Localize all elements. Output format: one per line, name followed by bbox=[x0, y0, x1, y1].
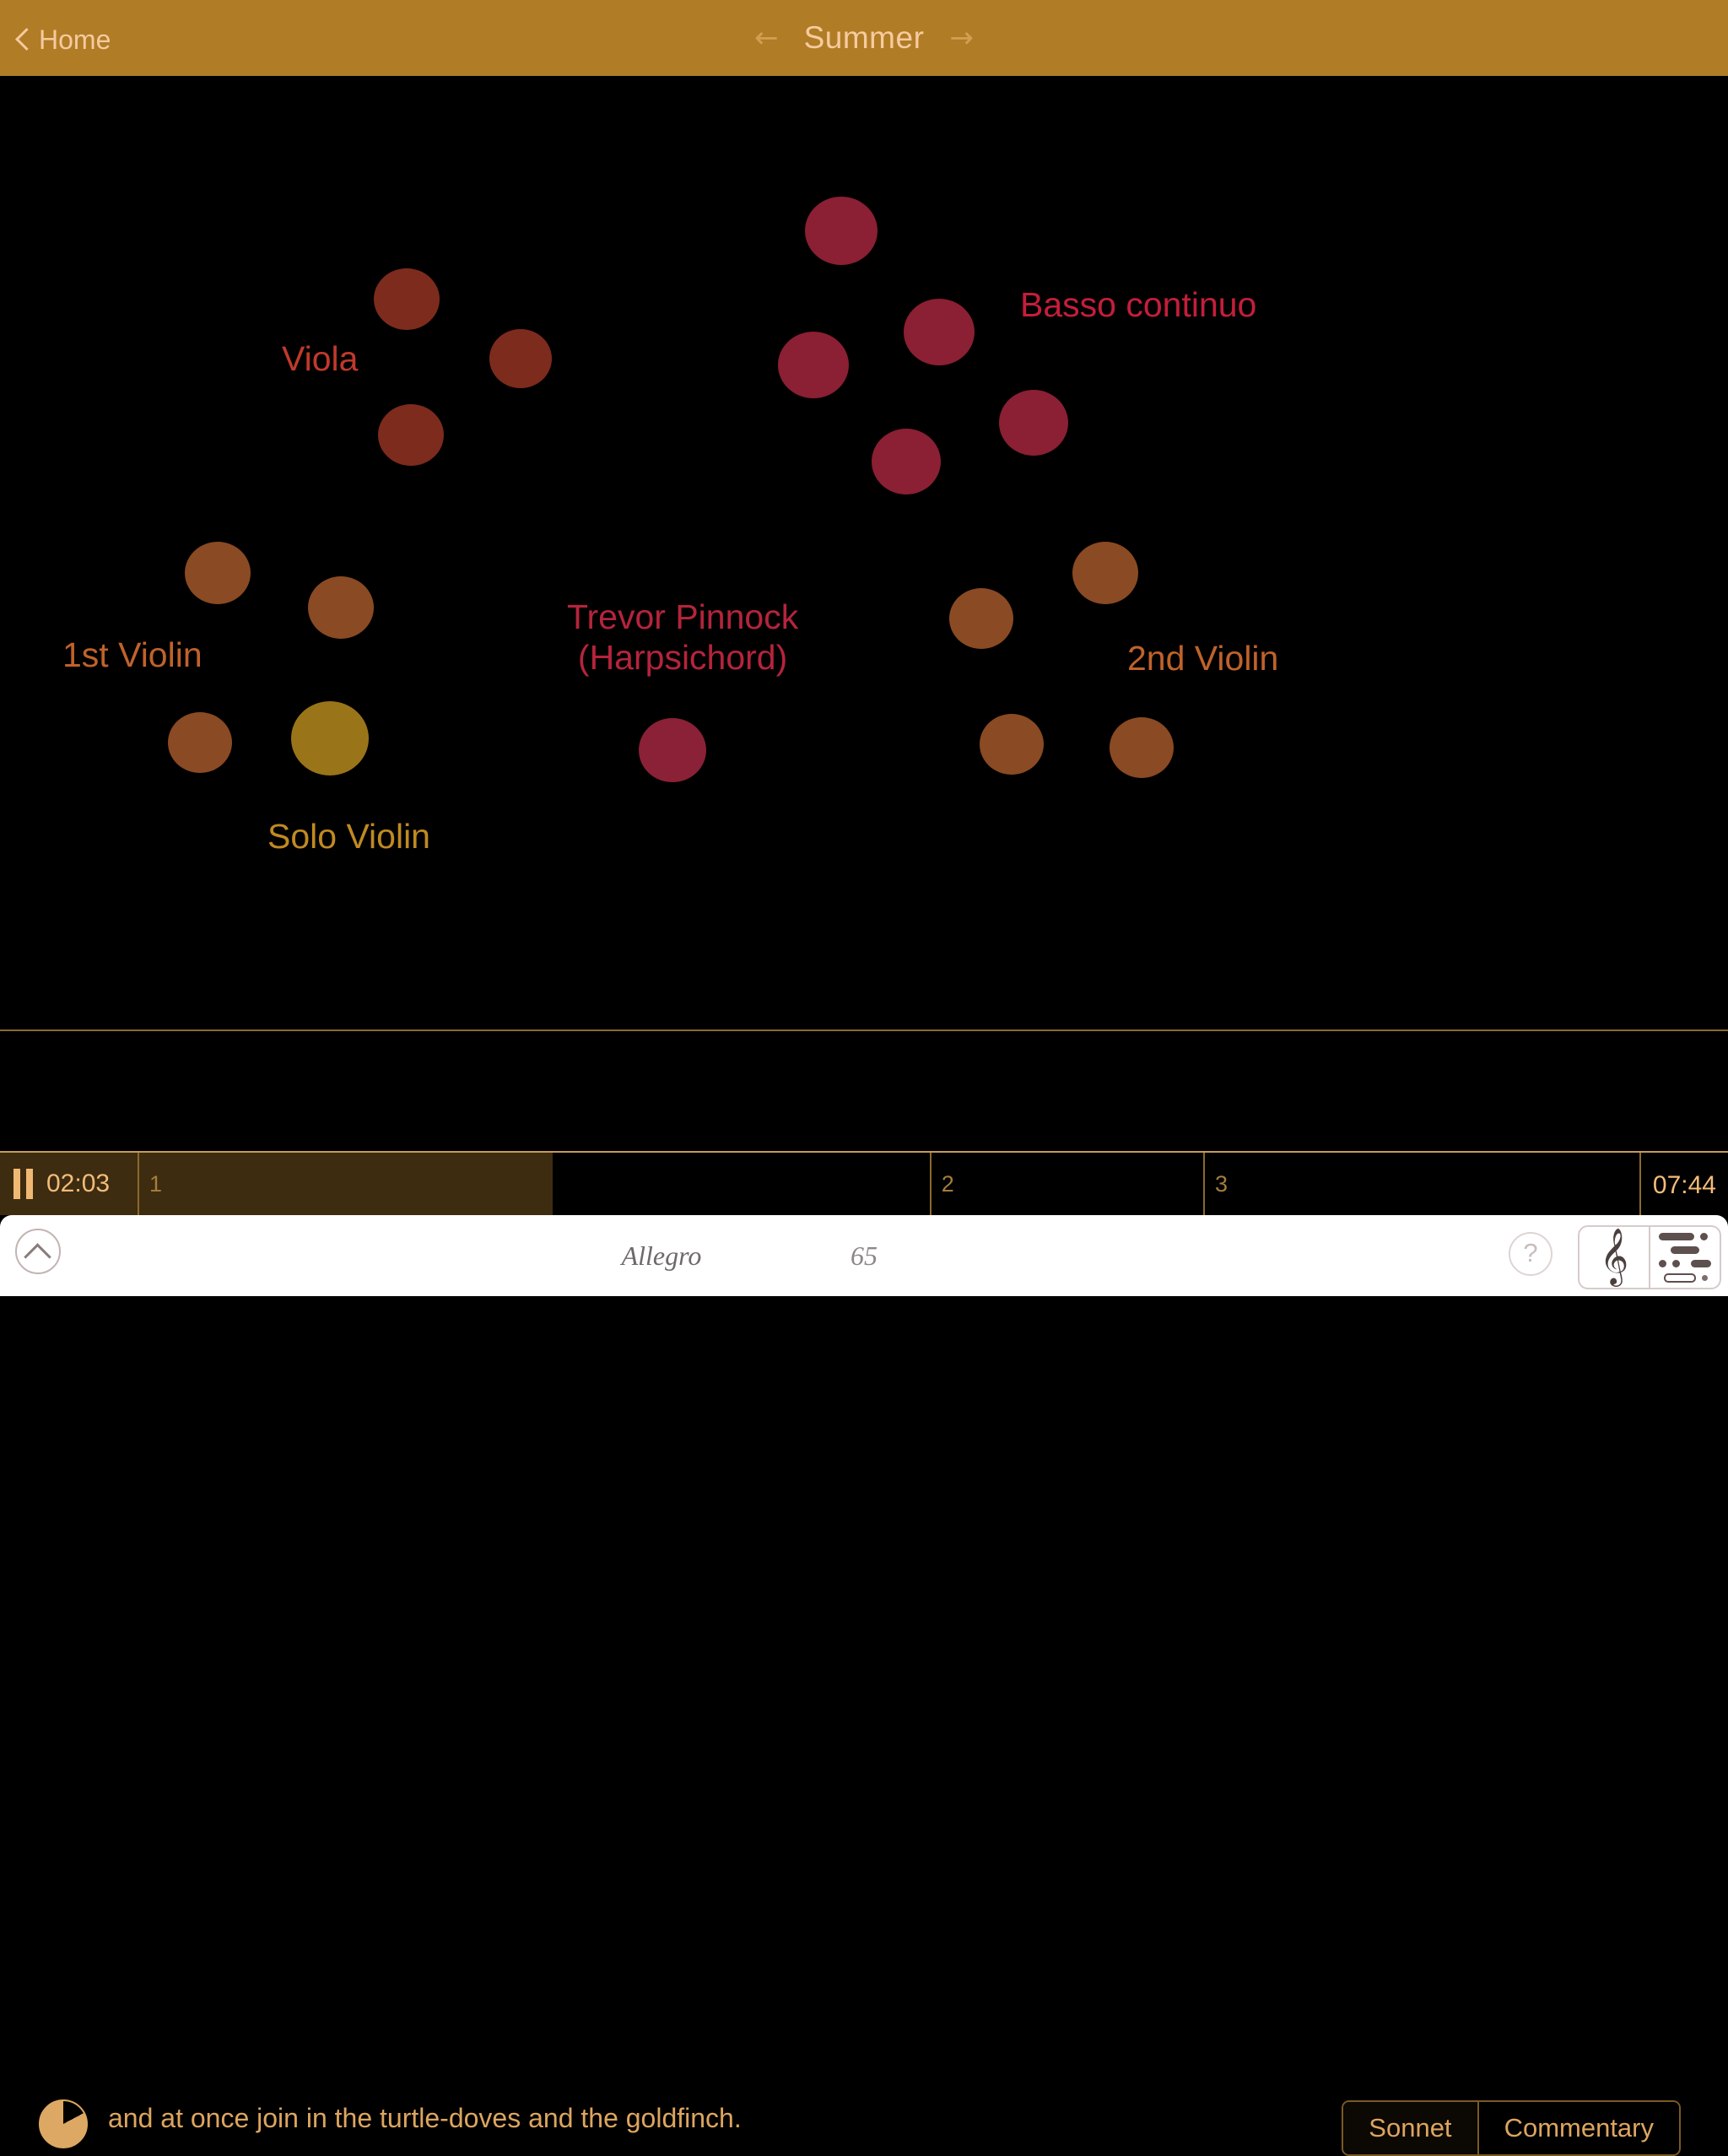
group-label-second-violin: 2nd Violin bbox=[1127, 639, 1279, 678]
tab-commentary[interactable]: Commentary bbox=[1477, 2102, 1679, 2154]
group-label-basso-continuo: Basso continuo bbox=[1020, 285, 1257, 324]
musician-dot-viola[interactable] bbox=[489, 329, 552, 388]
musician-dot-second-violin[interactable] bbox=[1110, 717, 1174, 778]
group-label-line1: Trevor Pinnock bbox=[567, 597, 799, 636]
musician-dot-first-violin[interactable] bbox=[185, 542, 251, 604]
musician-dot-second-violin[interactable] bbox=[1072, 542, 1138, 604]
musician-dot-basso-continuo[interactable] bbox=[778, 332, 849, 398]
timeline-marker-label: 1 bbox=[149, 1171, 163, 1197]
sonnet-bar: and at once join in the turtle-doves and… bbox=[0, 1029, 1728, 2156]
playback-status[interactable]: 02:03 bbox=[0, 1153, 138, 1215]
app-root: Home ← Summer → Viola Basso continuo 1st V… bbox=[0, 0, 1728, 2156]
musician-dot-solo-violin[interactable] bbox=[291, 701, 369, 775]
tab-sonnet[interactable]: Sonnet bbox=[1343, 2102, 1477, 2154]
question-mark-icon[interactable]: ? bbox=[1509, 1232, 1552, 1276]
bottom-toolbar: Allegro 65 ? 𝄞 bbox=[0, 1215, 1728, 1296]
list-lines-icon bbox=[1659, 1232, 1711, 1283]
musician-dot-first-violin[interactable] bbox=[168, 712, 232, 773]
next-movement-arrow-icon[interactable]: → bbox=[949, 24, 974, 52]
previous-movement-arrow-icon[interactable]: ← bbox=[754, 24, 779, 52]
group-label-viola: Viola bbox=[282, 339, 359, 378]
pie-progress-icon bbox=[39, 2099, 88, 2148]
page-title: Summer bbox=[803, 20, 925, 55]
treble-clef-icon: 𝄞 bbox=[1599, 1227, 1629, 1284]
title-navigation: ← Summer → bbox=[0, 12, 1728, 64]
group-label-harpsichord: Trevor Pinnock (Harpsichord) bbox=[567, 597, 798, 678]
timeline-progress-fill bbox=[138, 1153, 553, 1215]
group-label-solo-violin: Solo Violin bbox=[267, 817, 430, 856]
group-label-first-violin: 1st Violin bbox=[62, 635, 202, 674]
musician-dot-viola[interactable] bbox=[378, 404, 444, 466]
total-time: 07:44 bbox=[1639, 1153, 1728, 1215]
musician-dot-second-violin[interactable] bbox=[949, 588, 1013, 649]
score-view-button[interactable]: 𝄞 bbox=[1580, 1227, 1649, 1288]
musician-dot-basso-continuo[interactable] bbox=[805, 197, 878, 265]
timeline-marker-label: 2 bbox=[941, 1171, 954, 1197]
musician-dot-basso-continuo[interactable] bbox=[872, 429, 941, 494]
sonnet-line: and at once join in the turtle-doves and… bbox=[108, 2103, 742, 2133]
measure-number: 65 bbox=[850, 1240, 878, 1271]
view-mode-toggle: 𝄞 bbox=[1578, 1225, 1721, 1289]
timeline-marker[interactable]: 3 bbox=[1202, 1153, 1228, 1215]
timeline-marker[interactable]: 2 bbox=[929, 1153, 954, 1215]
list-view-button[interactable] bbox=[1649, 1227, 1720, 1288]
musician-dot-basso-continuo[interactable] bbox=[999, 390, 1068, 456]
timeline-marker[interactable]: 1 bbox=[138, 1153, 162, 1215]
musician-dot-second-violin[interactable] bbox=[980, 714, 1044, 775]
timeline-marker-label: 3 bbox=[1214, 1171, 1228, 1197]
musician-dot-basso-continuo[interactable] bbox=[904, 299, 975, 365]
pause-icon[interactable] bbox=[14, 1169, 33, 1199]
timeline-track[interactable]: 1 2 3 bbox=[138, 1153, 1728, 1215]
musician-dot-viola[interactable] bbox=[374, 268, 440, 330]
app-header: Home ← Summer → bbox=[0, 0, 1728, 76]
sonnet-commentary-toggle: Sonnet Commentary bbox=[1342, 2100, 1681, 2156]
musician-dot-first-violin[interactable] bbox=[308, 576, 374, 639]
musician-dot-harpsichord[interactable] bbox=[639, 718, 706, 782]
current-time: 02:03 bbox=[46, 1170, 111, 1197]
orchestra-stage: Viola Basso continuo 1st Violin Solo Violin… bbox=[0, 76, 1728, 1029]
playback-timeline[interactable]: 02:03 1 2 3 07:44 bbox=[0, 1151, 1728, 1215]
group-label-line2: (Harpsichord) bbox=[577, 637, 788, 677]
